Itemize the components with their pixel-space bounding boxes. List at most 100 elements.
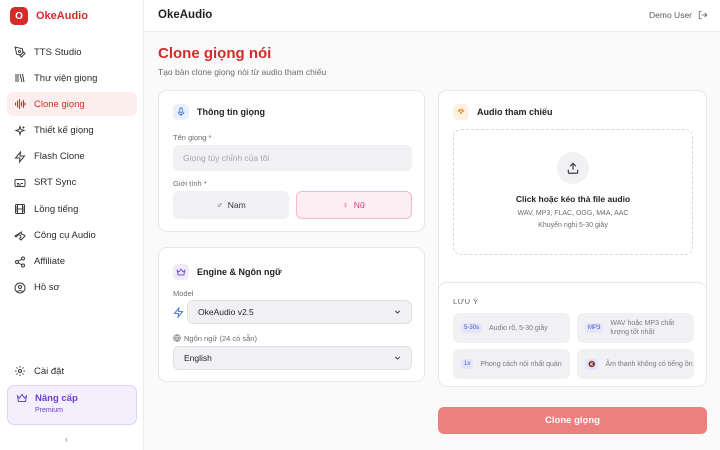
wrench-icon [14,231,26,242]
gender-female-button[interactable]: ♀ Nữ [296,191,412,219]
main-content: Clone giọng nói Tạo bản clone giọng nói … [144,32,720,450]
reference-title: Audio tham chiếu [477,107,553,117]
sidebar-item-tts-studio[interactable]: TTS Studio [7,40,137,64]
chevron-down-icon [394,310,401,314]
sidebar: O OkeAudio TTS Studio Thư viện giọng Clo… [0,0,144,450]
model-select[interactable]: OkeAudio v2.5 [187,300,412,324]
dropzone-title: Click hoặc kéo thả file audio [515,194,631,204]
sidebar-item-label: TTS Studio [34,46,82,58]
sidebar-item-label: Clone giọng [34,98,85,110]
voice-info-title: Thông tin giọng [197,107,265,117]
lightning-icon [173,307,184,318]
language-label: Ngôn ngữ (24 có sẵn) [184,334,257,343]
page-title: Clone giọng nói [158,45,272,62]
language-value: English [184,353,212,363]
tip-badge: 1x [461,359,474,369]
language-select[interactable]: English [173,346,412,370]
brand[interactable]: O OkeAudio [10,7,88,25]
clone-voice-button[interactable]: Clone giọng [438,407,707,434]
sidebar-item-voice-library[interactable]: Thư viện giọng [7,66,137,90]
tip-badge: 5-30s [461,323,483,333]
sidebar-item-label: Công cụ Audio [34,229,96,241]
notes-card: LƯU Ý 5-30s Audio rõ, 5-30 giây MP3 WAV … [438,282,707,387]
sidebar-item-voice-design[interactable]: Thiết kế giọng [7,119,137,143]
brand-name: OkeAudio [36,10,88,22]
tip-text: Audio rõ, 5-30 giây [489,324,548,332]
page-subtitle: Tạo bản clone giọng nói từ audio tham ch… [158,67,327,77]
upgrade-title: Nâng cấp [35,392,78,404]
audio-wave-icon [453,104,469,120]
voice-name-input[interactable]: Giọng tùy chỉnh của tôi [173,145,412,171]
tip-text: Âm thanh không có tiếng ồn [605,360,693,368]
voice-info-card: Thông tin giọng Tên giọng * Giọng tùy ch… [158,90,425,232]
waveform-icon [14,99,26,110]
tip-item: 1x Phong cách nói nhất quán [453,349,570,379]
reference-audio-card: Audio tham chiếu Click hoặc kéo thả file… [438,90,707,302]
sidebar-item-label: Cài đặt [34,365,65,377]
sidebar-item-profile[interactable]: Hồ sơ [7,276,137,300]
sidebar-item-label: Lồng tiếng [34,203,79,215]
lightning-icon [14,150,26,163]
tip-item: 5-30s Audio rõ, 5-30 giây [453,313,570,343]
gender-label: Giới tính * [173,179,207,188]
gender-female-label: Nữ [353,200,366,210]
tip-badge: 🔇 [585,358,599,370]
library-icon [15,74,25,83]
sidebar-item-settings[interactable]: Cài đặt [7,359,137,383]
film-icon [15,204,25,215]
sidebar-item-dubbing[interactable]: Lồng tiếng [7,197,137,221]
dropzone-recommendation: Khuyến nghị 5-30 giây [538,222,608,229]
user-menu[interactable]: Demo User [649,10,708,20]
tip-text: Phong cách nói nhất quán [480,360,562,368]
sidebar-item-label: Flash Clone [34,151,85,163]
tip-text: WAV hoặc MP3 chất lượng tốt nhất [610,320,675,336]
sidebar-item-label: Hồ sơ [34,282,60,294]
gear-icon [15,366,25,376]
sidebar-item-label: Affiliate [34,256,65,267]
gender-male-label: Nam [227,200,246,210]
subtitles-icon [14,178,26,187]
crown-icon [16,393,28,402]
upgrade-card[interactable]: Nâng cấp Premium [7,385,137,425]
chevron-down-icon [394,356,401,360]
model-value: OkeAudio v2.5 [198,307,254,317]
upload-icon [557,152,589,184]
sparkles-icon [14,124,26,136]
dropzone-formats: WAV, MP3, FLAC, OGG, M4A, AAC [517,210,629,217]
male-icon: ♂ [216,200,223,210]
pen-nib-icon [14,46,26,58]
audio-dropzone[interactable]: Click hoặc kéo thả file audio WAV, MP3, … [453,129,693,255]
engine-card: Engine & Ngôn ngữ Model OkeAudio v2.5 Ng… [158,247,425,382]
sidebar-item-flash-clone[interactable]: Flash Clone [7,145,137,169]
sidebar-item-label: Thư viện giọng [34,72,98,84]
notes-label: LƯU Ý [453,297,479,306]
logout-icon[interactable] [698,10,708,20]
engine-title: Engine & Ngôn ngữ [197,267,282,277]
sidebar-item-label: SRT Sync [34,177,77,189]
brand-logo: O [10,7,28,25]
female-icon: ♀ [342,200,349,210]
microphone-icon [173,104,189,120]
model-label: Model [173,289,194,298]
crown-icon [173,264,189,280]
top-header: OkeAudio Demo User [144,0,720,32]
user-circle-icon [14,282,26,294]
sidebar-nav: TTS Studio Thư viện giọng Clone giọng Th… [7,40,137,302]
tip-item: MP3 WAV hoặc MP3 chất lượng tốt nhất [577,313,694,343]
sidebar-item-clone-voice[interactable]: Clone giọng [7,92,137,117]
tip-badge: MP3 [585,323,604,333]
user-name: Demo User [649,10,692,20]
gender-male-button[interactable]: ♂ Nam [173,191,289,219]
sidebar-item-audio-tools[interactable]: Công cụ Audio [7,223,137,247]
collapse-sidebar-button[interactable]: ‹ [65,434,68,444]
tip-item: 🔇 Âm thanh không có tiếng ồn [577,349,694,379]
sidebar-bottom: Cài đặt [7,359,137,385]
header-title: OkeAudio [158,9,213,21]
globe-icon [173,334,181,342]
upgrade-subtitle: Premium [35,407,64,414]
share-icon [15,256,25,267]
sidebar-item-srt-sync[interactable]: SRT Sync [7,171,137,195]
sidebar-item-affiliate[interactable]: Affiliate [7,250,137,274]
voice-name-label: Tên giọng * [173,133,212,142]
sidebar-item-label: Thiết kế giọng [34,125,94,137]
